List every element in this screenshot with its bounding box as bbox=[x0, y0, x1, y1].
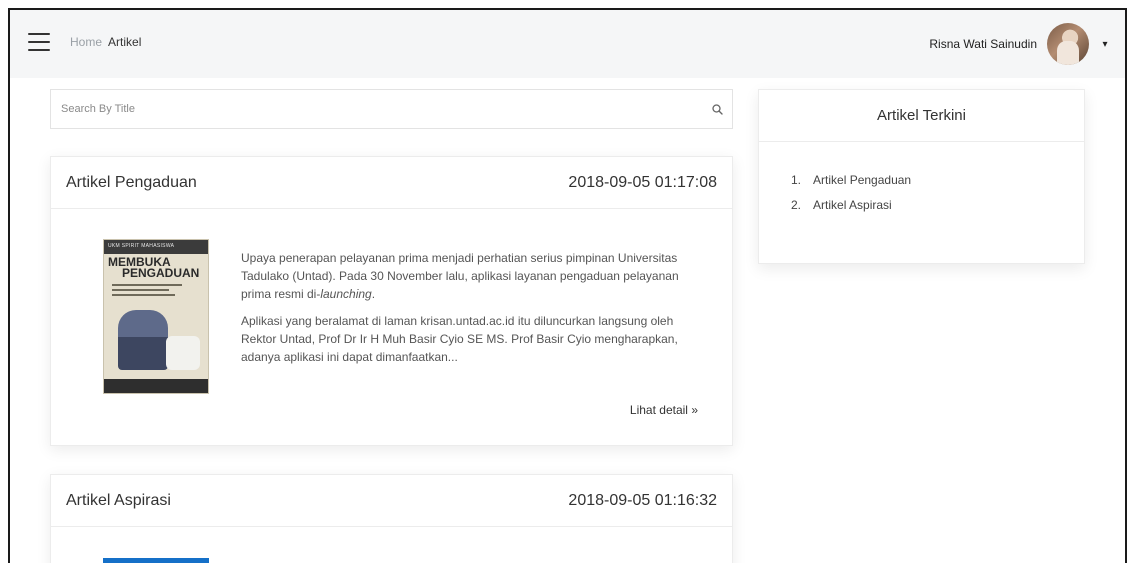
app-frame: Home Artikel Risna Wati Sainudin ▾ Artik… bbox=[8, 8, 1127, 563]
recent-article-item[interactable]: 1. Artikel Pengaduan bbox=[791, 173, 1084, 187]
thumbnail-title-line2: PENGADUAN bbox=[122, 266, 200, 280]
caret-down-icon[interactable]: ▾ bbox=[1095, 39, 1115, 50]
breadcrumb-home[interactable]: Home bbox=[70, 35, 102, 49]
recent-articles-title: Artikel Terkini bbox=[759, 90, 1084, 142]
search-input[interactable] bbox=[51, 90, 702, 128]
article-title[interactable]: Artikel Pengaduan bbox=[66, 174, 197, 192]
article-card-pengaduan: Artikel Pengaduan 2018-09-05 01:17:08 UK… bbox=[50, 156, 733, 446]
thumbnail-header-text: UKM SPIRIT MAHASISWA bbox=[104, 240, 208, 254]
detail-link[interactable]: Lihat detail » bbox=[630, 403, 698, 417]
article-card-header: Artikel Pengaduan 2018-09-05 01:17:08 bbox=[51, 157, 732, 209]
breadcrumb: Home Artikel bbox=[70, 35, 141, 49]
top-navbar: Home Artikel Risna Wati Sainudin ▾ bbox=[10, 10, 1125, 78]
thumbnail-footer bbox=[104, 379, 208, 393]
recent-article-label[interactable]: Artikel Aspirasi bbox=[813, 198, 892, 212]
thumbnail-text-lines bbox=[112, 284, 200, 296]
article-card-aspirasi: Artikel Aspirasi 2018-09-05 01:16:32 bbox=[50, 474, 733, 563]
recent-articles-panel: Artikel Terkini 1. Artikel Pengaduan 2. … bbox=[758, 89, 1085, 264]
search-icon[interactable] bbox=[702, 90, 732, 128]
article-paragraph-2: Aplikasi yang beralamat di laman krisan.… bbox=[241, 314, 678, 364]
thumbnail-figure bbox=[118, 310, 168, 370]
article-excerpt: Upaya penerapan pelayanan prima menjadi … bbox=[241, 249, 711, 375]
thumbnail-figure-secondary bbox=[166, 336, 200, 370]
recent-article-number: 2. bbox=[791, 198, 802, 212]
hamburger-icon[interactable] bbox=[28, 33, 50, 51]
article-date: 2018-09-05 01:16:32 bbox=[568, 491, 717, 509]
search-bar bbox=[50, 89, 733, 129]
article-card-header: Artikel Aspirasi 2018-09-05 01:16:32 bbox=[51, 475, 732, 527]
article-thumbnail[interactable] bbox=[103, 558, 209, 563]
recent-article-item[interactable]: 2. Artikel Aspirasi bbox=[791, 198, 1084, 212]
recent-article-label[interactable]: Artikel Pengaduan bbox=[813, 173, 911, 187]
breadcrumb-current: Artikel bbox=[108, 35, 142, 49]
article-paragraph-1: Upaya penerapan pelayanan prima menjadi … bbox=[241, 251, 679, 301]
double-chevron-right-icon: » bbox=[691, 403, 698, 417]
avatar[interactable] bbox=[1047, 23, 1089, 65]
recent-articles-list: 1. Artikel Pengaduan 2. Artikel Aspirasi bbox=[759, 142, 1084, 212]
user-name[interactable]: Risna Wati Sainudin bbox=[929, 37, 1037, 51]
article-date: 2018-09-05 01:17:08 bbox=[568, 173, 717, 191]
article-thumbnail[interactable]: UKM SPIRIT MAHASISWA MEMBUKA PENGADUAN bbox=[103, 239, 209, 394]
user-menu[interactable]: Risna Wati Sainudin ▾ bbox=[929, 23, 1115, 65]
article-title[interactable]: Artikel Aspirasi bbox=[66, 492, 171, 510]
recent-article-number: 1. bbox=[791, 173, 802, 187]
